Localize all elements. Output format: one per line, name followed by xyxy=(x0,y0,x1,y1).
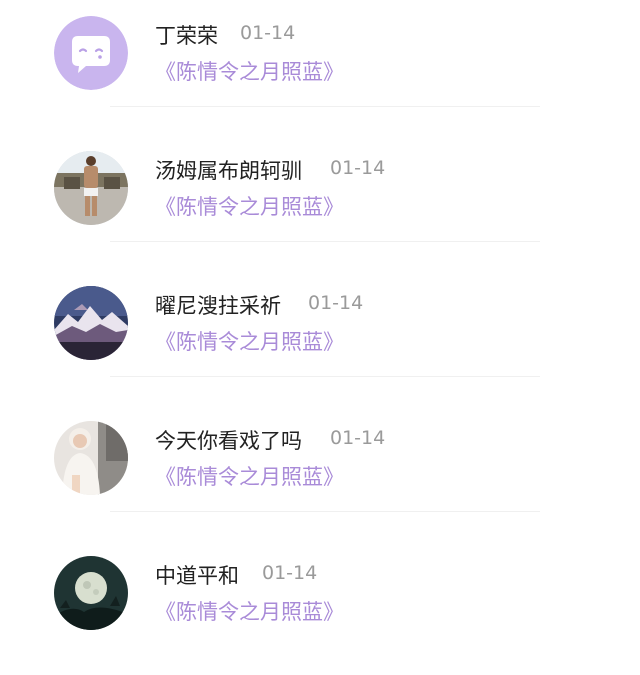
divider xyxy=(110,106,540,107)
divider xyxy=(110,511,540,512)
comment-date: 01-14 xyxy=(330,427,386,449)
list-item[interactable]: 今天你看戏了吗 01-14 《陈情令之月照蓝》 xyxy=(0,405,640,540)
list-item[interactable]: 汤姆属布朗轲驯 01-14 《陈情令之月照蓝》 xyxy=(0,135,640,270)
list-item[interactable]: 曜尼溲拄采祈 01-14 《陈情令之月照蓝》 xyxy=(0,270,640,405)
drama-title-link[interactable]: 《陈情令之月照蓝》 xyxy=(155,326,344,356)
drama-title-link[interactable]: 《陈情令之月照蓝》 xyxy=(155,461,344,491)
divider xyxy=(110,376,540,377)
avatar[interactable] xyxy=(54,151,128,225)
commenter-name[interactable]: 中道平和 xyxy=(155,560,239,590)
purple-bubble-icon xyxy=(54,16,128,90)
commenter-name[interactable]: 曜尼溲拄采祈 xyxy=(155,290,281,320)
list-item[interactable]: 中道平和 01-14 《陈情令之月照蓝》 xyxy=(0,540,640,675)
comment-date: 01-14 xyxy=(240,22,296,44)
avatar[interactable] xyxy=(54,16,128,90)
mountain-photo-avatar xyxy=(54,286,128,360)
comment-date: 01-14 xyxy=(308,292,364,314)
divider xyxy=(110,241,540,242)
commenter-name[interactable]: 丁荣荣 xyxy=(155,20,218,50)
list-item[interactable]: 丁荣荣 01-14 《陈情令之月照蓝》 xyxy=(0,0,640,135)
comment-date: 01-14 xyxy=(330,157,386,179)
drama-title-link[interactable]: 《陈情令之月照蓝》 xyxy=(155,191,344,221)
commenter-name[interactable]: 汤姆属布朗轲驯 xyxy=(155,155,302,185)
avatar[interactable] xyxy=(54,421,128,495)
comment-date: 01-14 xyxy=(262,562,318,584)
moon-photo-avatar xyxy=(54,556,128,630)
girl-photo-avatar xyxy=(54,421,128,495)
avatar[interactable] xyxy=(54,556,128,630)
commenter-name[interactable]: 今天你看戏了吗 xyxy=(155,425,302,455)
comment-list: 丁荣荣 01-14 《陈情令之月照蓝》 汤姆属布朗轲驯 01-14 《陈情令之月… xyxy=(0,0,640,632)
person-photo-avatar xyxy=(54,151,128,225)
avatar[interactable] xyxy=(54,286,128,360)
drama-title-link[interactable]: 《陈情令之月照蓝》 xyxy=(155,596,344,626)
drama-title-link[interactable]: 《陈情令之月照蓝》 xyxy=(155,56,344,86)
